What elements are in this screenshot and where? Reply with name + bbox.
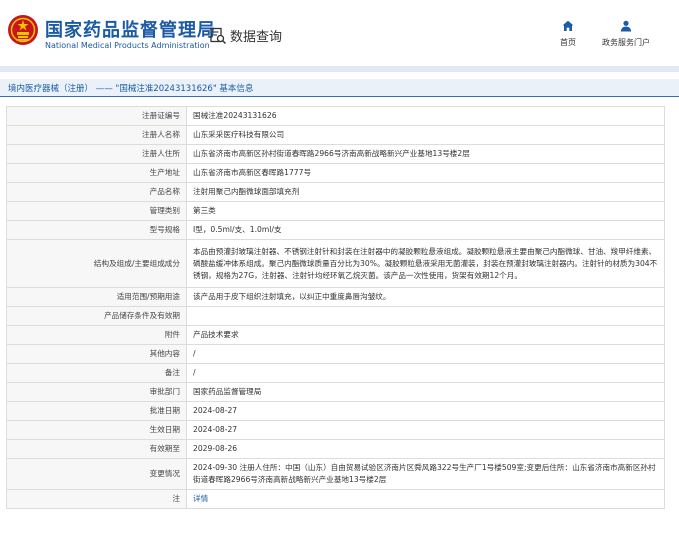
table-row: 其他内容 / <box>6 344 665 364</box>
home-icon <box>562 20 574 31</box>
detail-table: 注册证编号 国械注准20243131626 注册人名称 山东采采医疗科技有限公司 注… <box>6 106 665 509</box>
row-value: 产品技术要求 <box>186 325 665 345</box>
table-row: 注册证编号 国械注准20243131626 <box>6 106 665 126</box>
row-value: 2024-09-30 注册人住所：中国（山东）自由贸易试验区济南片区舜风路322… <box>186 458 665 490</box>
row-key: 管理类别 <box>6 201 187 221</box>
row-value: 该产品用于皮下组织注射填充，以纠正中重度鼻唇沟皱纹。 <box>186 287 665 307</box>
row-key: 结构及组成/主要组成成分 <box>6 239 187 288</box>
table-row: 注详情 <box>6 489 665 509</box>
row-value: 国械注准20243131626 <box>186 106 665 126</box>
breadcrumb: 境内医疗器械（注册） —— "国械注准20243131626" 基本信息 <box>0 79 679 97</box>
site-title-en: National Medical Products Administration <box>45 41 210 50</box>
table-row: 审批部门 国家药品监督管理局 <box>6 382 665 402</box>
row-key: 适用范围/预期用途 <box>6 287 187 307</box>
row-value: 本品由预灌封玻璃注射器、不锈钢注射针和封装在注射器中的凝胶颗粒悬液组成。凝胶颗粒… <box>186 239 665 288</box>
row-value: Ⅰ型，0.5ml/支、1.0ml/支 <box>186 220 665 240</box>
row-key: 批准日期 <box>6 401 187 421</box>
table-row: 结构及组成/主要组成成分 本品由预灌封玻璃注射器、不锈钢注射针和封装在注射器中的凝… <box>6 239 665 288</box>
site-header: 国家药品监督管理局 National Medical Products Admi… <box>0 0 679 66</box>
row-key: 注册人住所 <box>6 144 187 164</box>
row-key: 注 <box>6 489 187 509</box>
header-divider <box>0 66 679 72</box>
table-row: 产品储存条件及有效期 <box>6 306 665 326</box>
nav-home-label: 首页 <box>560 38 576 47</box>
document-search-icon <box>210 27 227 44</box>
row-value: 2024-08-27 <box>186 401 665 421</box>
data-query-label: 数据查询 <box>230 30 283 45</box>
row-value: 山东省济南市高新区春晖路1777号 <box>186 163 665 183</box>
table-row: 备注 / <box>6 363 665 383</box>
table-row: 生产地址 山东省济南市高新区春晖路1777号 <box>6 163 665 183</box>
table-row: 型号规格 Ⅰ型，0.5ml/支、1.0ml/支 <box>6 220 665 240</box>
row-key: 产品名称 <box>6 182 187 202</box>
row-value: 2024-08-27 <box>186 420 665 440</box>
row-key: 变更情况 <box>6 458 187 490</box>
table-row: 有效期至 2029-08-26 <box>6 439 665 459</box>
breadcrumb-title: "国械注准20243131626" 基本信息 <box>115 84 254 94</box>
row-key: 注册人名称 <box>6 125 187 145</box>
row-value: 2029-08-26 <box>186 439 665 459</box>
table-row: 注册人住所 山东省济南市高新区孙村街道春晖路2966号济南高新战略新兴产业基地13… <box>6 144 665 164</box>
user-icon <box>620 20 632 32</box>
row-key: 其他内容 <box>6 344 187 364</box>
row-value: 山东省济南市高新区孙村街道春晖路2966号济南高新战略新兴产业基地13号楼2层 <box>186 144 665 164</box>
table-row: 注册人名称 山东采采医疗科技有限公司 <box>6 125 665 145</box>
detail-link[interactable]: 详情 <box>193 494 208 503</box>
breadcrumb-text: 境内医疗器械（注册） —— "国械注准20243131626" 基本信息 <box>8 82 253 94</box>
table-row: 生效日期 2024-08-27 <box>6 420 665 440</box>
table-row: 批准日期 2024-08-27 <box>6 401 665 421</box>
row-value: 山东采采医疗科技有限公司 <box>186 125 665 145</box>
nav-service-portal-label: 政务服务门户 <box>602 38 650 47</box>
national-emblem-icon <box>8 15 38 45</box>
row-key: 产品储存条件及有效期 <box>6 306 187 326</box>
row-key: 生效日期 <box>6 420 187 440</box>
breadcrumb-category[interactable]: 境内医疗器械（注册） <box>8 84 93 94</box>
row-value: 第三类 <box>186 201 665 221</box>
row-key: 有效期至 <box>6 439 187 459</box>
table-row: 附件 产品技术要求 <box>6 325 665 345</box>
row-key: 生产地址 <box>6 163 187 183</box>
breadcrumb-separator: —— <box>95 84 113 94</box>
row-value: 注射用聚己内酯微球面部填充剂 <box>186 182 665 202</box>
row-key: 型号规格 <box>6 220 187 240</box>
data-query-title: 数据查询 <box>209 26 282 45</box>
table-row: 产品名称 注射用聚己内酯微球面部填充剂 <box>6 182 665 202</box>
row-value <box>186 306 665 326</box>
row-value: / <box>186 363 665 383</box>
table-row: 变更情况 2024-09-30 注册人住所：中国（山东）自由贸易试验区济南片区舜风… <box>6 458 665 490</box>
nav-home[interactable]: 首页 <box>560 20 576 48</box>
row-key: 备注 <box>6 363 187 383</box>
table-row: 管理类别 第三类 <box>6 201 665 221</box>
row-value: 详情 <box>186 489 665 509</box>
row-key: 审批部门 <box>6 382 187 402</box>
table-row: 适用范围/预期用途 该产品用于皮下组织注射填充，以纠正中重度鼻唇沟皱纹。 <box>6 287 665 307</box>
site-title-cn[interactable]: 国家药品监督管理局 <box>45 16 216 42</box>
row-value: / <box>186 344 665 364</box>
row-key: 附件 <box>6 325 187 345</box>
row-key: 注册证编号 <box>6 106 187 126</box>
nav-service-portal[interactable]: 政务服务门户 <box>602 20 650 48</box>
row-value: 国家药品监督管理局 <box>186 382 665 402</box>
